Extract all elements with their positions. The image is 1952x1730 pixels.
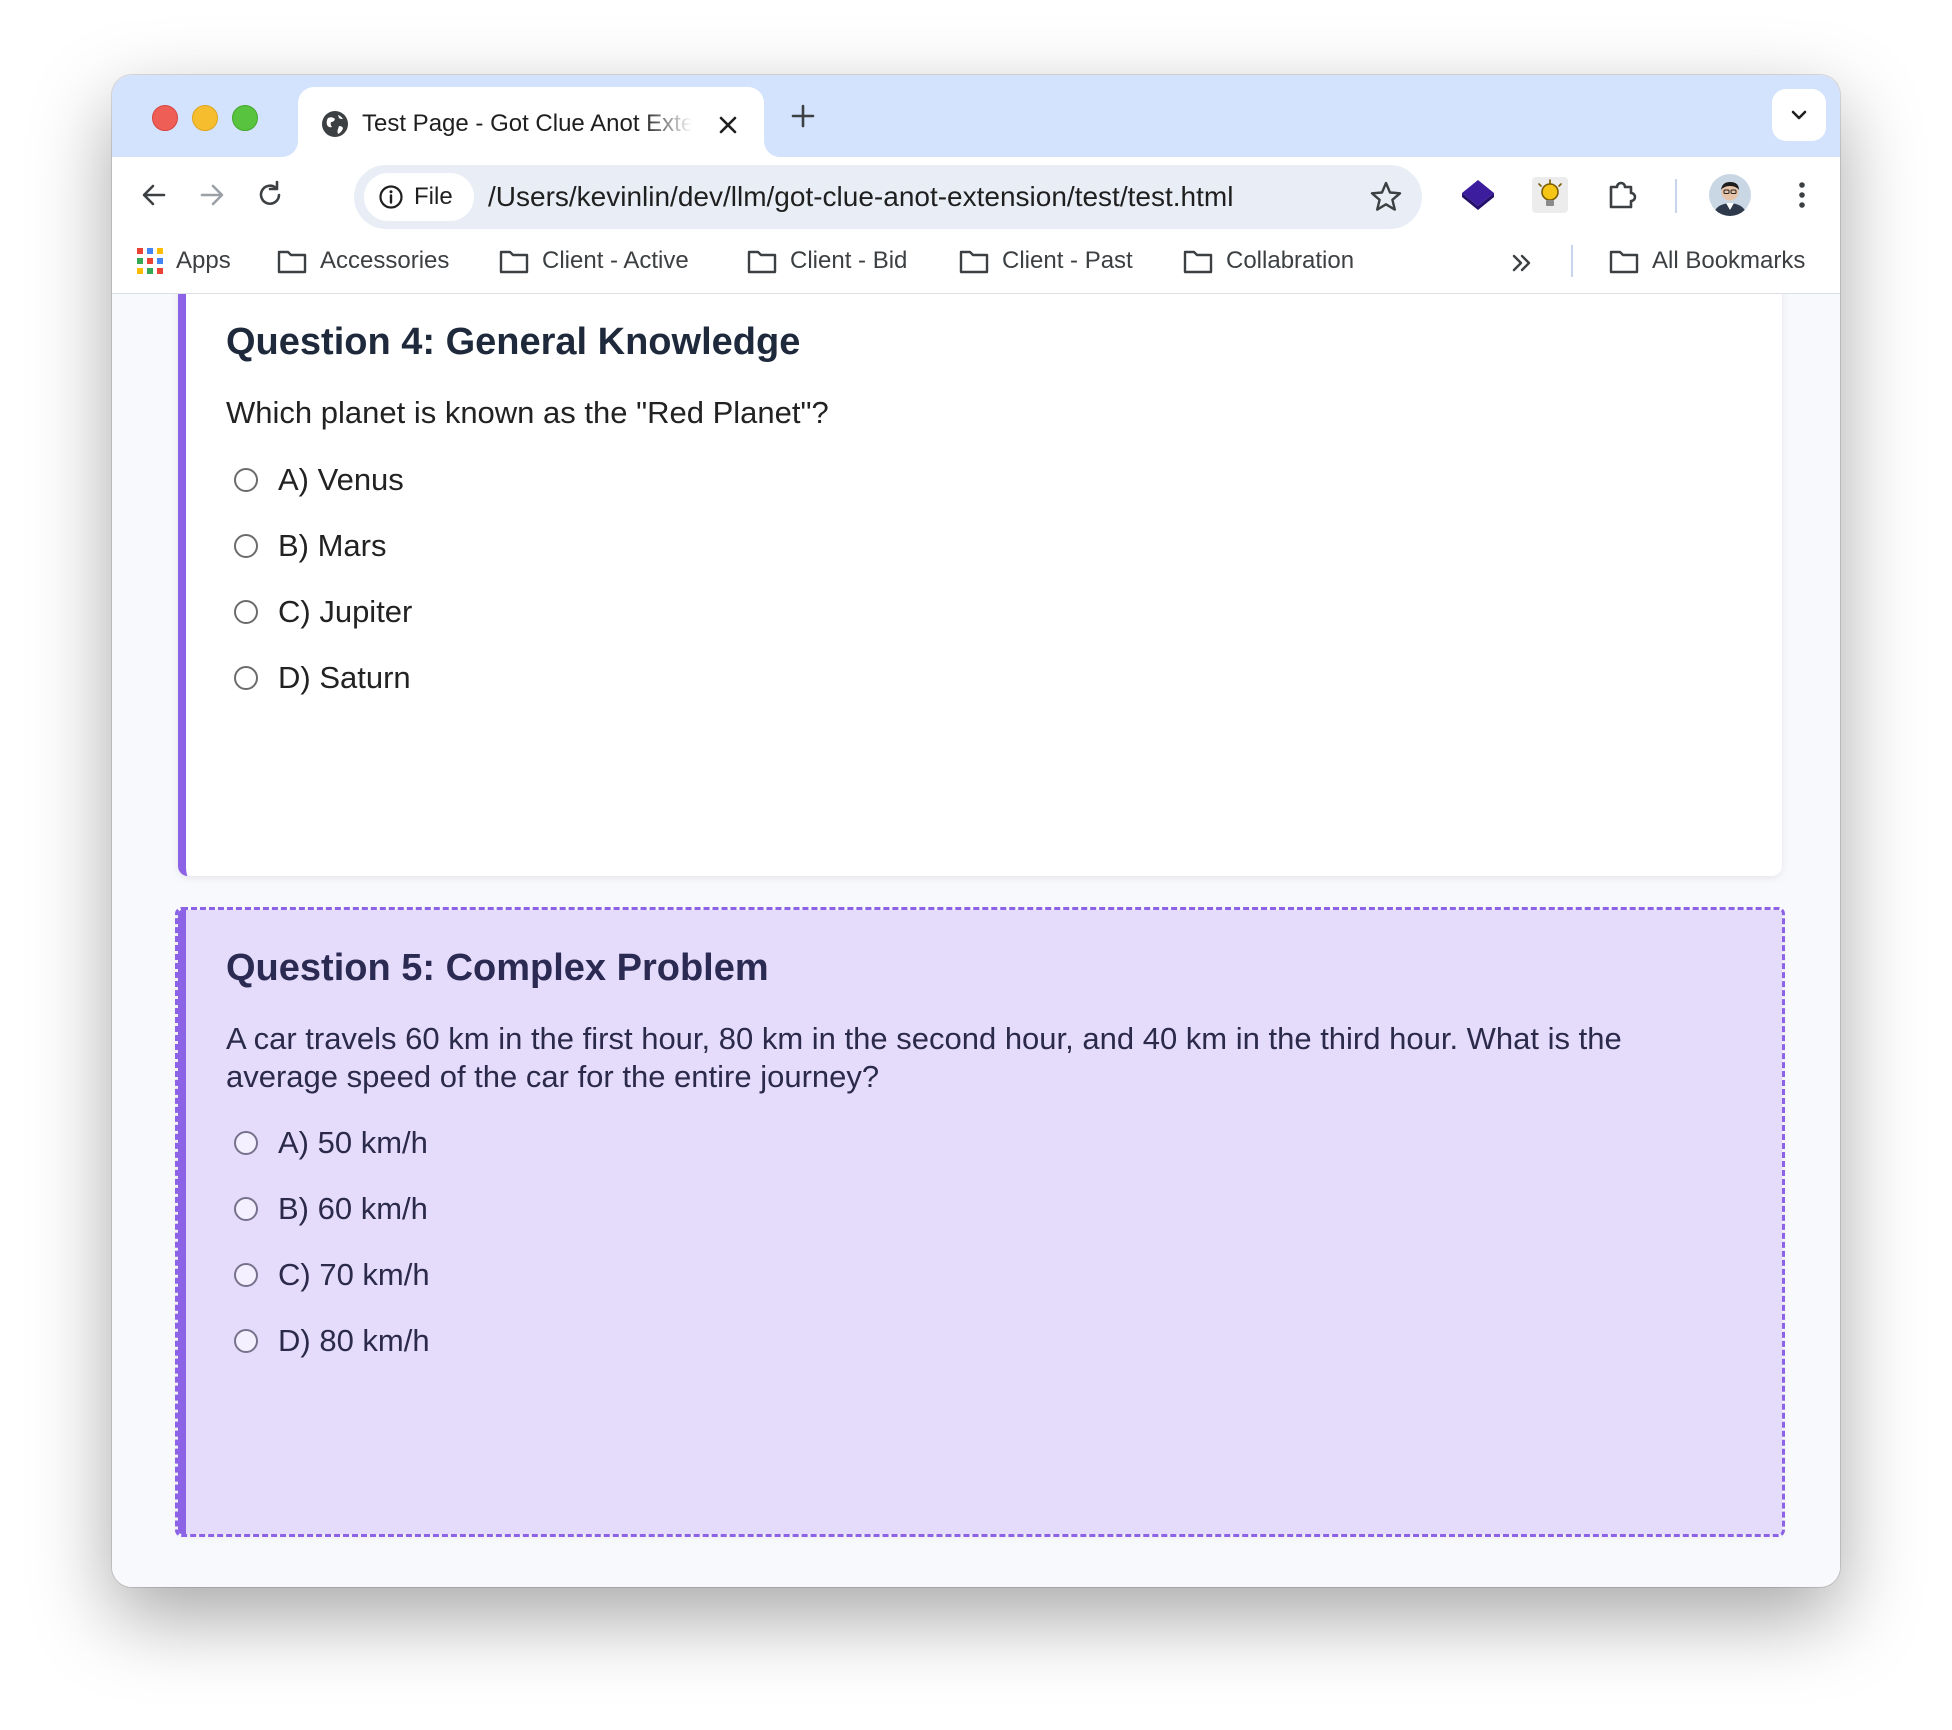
radio-button[interactable] <box>234 1329 258 1353</box>
bookmark-label: Collabration <box>1226 247 1355 274</box>
extension-diamond-icon[interactable] <box>1458 175 1498 215</box>
question-card-4: Question 4: General Knowledge Which plan… <box>178 294 1782 876</box>
more-menu-icon[interactable] <box>1782 175 1822 215</box>
option-label: D) Saturn <box>278 660 411 695</box>
browser-window: Test Page - Got Clue Anot Extension Test <box>112 75 1840 1587</box>
radio-button[interactable] <box>234 468 258 492</box>
option-d[interactable]: D) 80 km/h <box>234 1320 430 1362</box>
bookmark-star-icon[interactable] <box>1368 179 1404 215</box>
tab-search-button[interactable] <box>1772 89 1826 141</box>
close-window-button[interactable] <box>152 105 178 131</box>
question-card-5: Question 5: Complex Problem A car travel… <box>175 907 1785 1537</box>
option-d[interactable]: D) Saturn <box>234 657 411 699</box>
info-icon <box>379 185 403 209</box>
option-a[interactable]: A) Venus <box>234 459 404 501</box>
bookmark-folder-client-bid[interactable]: Client - Bid <box>746 241 907 281</box>
extensions-puzzle-icon[interactable] <box>1602 175 1642 215</box>
bookmark-label: Accessories <box>320 247 450 274</box>
radio-button[interactable] <box>234 600 258 624</box>
radio-button[interactable] <box>234 1131 258 1155</box>
forward-arrow-icon[interactable] <box>192 175 232 215</box>
option-label: B) 60 km/h <box>278 1191 428 1226</box>
option-label: A) 50 km/h <box>278 1125 428 1160</box>
option-label: A) Venus <box>278 462 404 497</box>
bookmarks-bar: Apps Accessories Client - Active Client … <box>112 231 1840 294</box>
bookmark-label: Client - Bid <box>790 247 908 274</box>
bookmarks-divider <box>1571 245 1573 277</box>
option-b[interactable]: B) Mars <box>234 525 387 567</box>
reload-icon[interactable] <box>250 175 290 215</box>
all-bookmarks-label: All Bookmarks <box>1652 247 1806 274</box>
radio-button[interactable] <box>234 1197 258 1221</box>
question-text: Which planet is known as the "Red Planet… <box>226 395 829 430</box>
toolbar: File /Users/kevinlin/dev/llm/got-clue-an… <box>112 157 1840 231</box>
new-tab-plus-icon[interactable] <box>784 97 822 135</box>
question-title: Question 4: General Knowledge <box>226 321 801 363</box>
option-b[interactable]: B) 60 km/h <box>234 1188 428 1230</box>
folder-icon <box>1609 250 1639 274</box>
scheme-label: File <box>414 183 453 210</box>
question-text: A car travels 60 km in the first hour, 8… <box>226 1021 1622 1094</box>
address-bar[interactable]: File /Users/kevinlin/dev/llm/got-clue-an… <box>354 165 1422 229</box>
option-label: C) 70 km/h <box>278 1257 430 1292</box>
more-bookmarks-chevron-icon[interactable] <box>1506 247 1538 279</box>
tab-title: Test Page - Got Clue Anot Extension Test <box>362 110 692 137</box>
site-info-chip[interactable]: File <box>364 173 474 221</box>
option-label: C) Jupiter <box>278 594 413 629</box>
avatar-icon <box>1709 174 1751 216</box>
url-text[interactable]: /Users/kevinlin/dev/llm/got-clue-anot-ex… <box>488 179 1233 215</box>
radio-button[interactable] <box>234 1263 258 1287</box>
toolbar-divider <box>1675 179 1677 213</box>
folder-icon <box>499 250 529 274</box>
chevron-down-icon <box>1791 110 1807 120</box>
radio-button[interactable] <box>234 666 258 690</box>
option-label: B) Mars <box>278 528 387 563</box>
radio-button[interactable] <box>234 534 258 558</box>
bookmark-label: Client - Past <box>1002 247 1133 274</box>
bookmark-folder-client-past[interactable]: Client - Past <box>958 241 1133 281</box>
option-a[interactable]: A) 50 km/h <box>234 1122 428 1164</box>
bookmark-folder-collabration[interactable]: Collabration <box>1182 241 1354 281</box>
apps-grid-icon <box>137 248 163 274</box>
folder-icon <box>1183 250 1213 274</box>
option-c[interactable]: C) Jupiter <box>234 591 412 633</box>
option-label: D) 80 km/h <box>278 1323 430 1358</box>
tab-active[interactable]: Test Page - Got Clue Anot Extension Test <box>298 87 764 157</box>
folder-icon <box>277 250 307 274</box>
question-title: Question 5: Complex Problem <box>226 947 769 989</box>
option-c[interactable]: C) 70 km/h <box>234 1254 430 1296</box>
page-content: Question 4: General Knowledge Which plan… <box>112 294 1840 1587</box>
minimize-window-button[interactable] <box>192 105 218 131</box>
folder-icon <box>959 250 989 274</box>
folder-icon <box>747 250 777 274</box>
extension-lightbulb-icon[interactable] <box>1530 175 1570 215</box>
back-arrow-icon[interactable] <box>134 175 174 215</box>
tab-strip: Test Page - Got Clue Anot Extension Test <box>112 75 1840 157</box>
bookmark-folder-accessories[interactable]: Accessories <box>276 241 449 281</box>
close-icon[interactable] <box>714 111 742 139</box>
profile-avatar[interactable] <box>1709 174 1751 216</box>
all-bookmarks-button[interactable]: All Bookmarks <box>1608 241 1805 281</box>
maximize-window-button[interactable] <box>232 105 258 131</box>
bookmark-apps[interactable]: Apps <box>136 241 231 281</box>
bookmark-label: Apps <box>176 247 231 274</box>
bookmark-folder-client-active[interactable]: Client - Active <box>498 241 689 281</box>
globe-icon <box>322 111 348 137</box>
bookmark-label: Client - Active <box>542 247 689 274</box>
